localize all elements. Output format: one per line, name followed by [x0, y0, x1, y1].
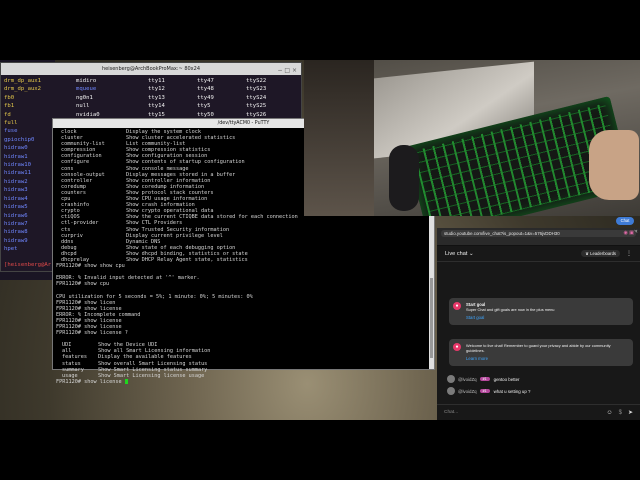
- bottom-black-area: [0, 420, 640, 480]
- info-icon: ●: [453, 343, 461, 351]
- chat-messages[interactable]: ● Start goal Super Chat and gift goals a…: [437, 262, 640, 404]
- terminal-titlebar[interactable]: heisenberg@ArchBookProMax:~ 80x24 − □ ×: [1, 63, 301, 75]
- message-author[interactable]: @lvoidZq: [458, 389, 477, 394]
- extension-icon[interactable]: ◉ ▣: [624, 230, 634, 237]
- terminal-title: heisenberg@ArchBookProMax:~ 80x24: [101, 66, 201, 72]
- message-text: gentoo better: [493, 376, 520, 382]
- start-goal-link[interactable]: Start goal: [466, 315, 629, 320]
- currency-icon[interactable]: $: [619, 410, 622, 416]
- welcome-card: ● Welcome to live chat! Remember to guar…: [449, 339, 633, 366]
- device-entry: tty12: [148, 86, 165, 93]
- goal-text: Super Chat and gift goals are now in the…: [466, 307, 555, 313]
- command-desc: Show DHCP Relay Agent state, statistics: [126, 256, 248, 263]
- chat-input-bar[interactable]: Chat... ☺ $ ➤: [437, 404, 640, 420]
- device-entry: tty47: [197, 78, 214, 84]
- device-entry: tty49: [197, 94, 214, 101]
- member-badge: #1: [479, 377, 490, 381]
- chat-title: Live chat: [445, 250, 468, 257]
- hand-image: [589, 130, 639, 200]
- emoji-icon[interactable]: ☺: [606, 410, 612, 416]
- device-entry: tty48: [197, 86, 214, 93]
- welcome-text: Welcome to live chat! Remember to guard …: [466, 343, 611, 354]
- message-author[interactable]: @lvoidZq: [458, 377, 477, 382]
- chat-mode-dropdown[interactable]: Live chat ⌄: [445, 251, 581, 257]
- device-entry: ttyS22: [246, 78, 267, 84]
- text-cursor: [124, 378, 128, 384]
- window-controls-icon[interactable]: − □ ×: [277, 65, 297, 77]
- device-entry: ttyS25: [246, 103, 267, 110]
- live-chat-popout[interactable]: ✕ studio.youtube.com/live_chat?is_popout…: [437, 228, 640, 420]
- device-entry: drm_dp_aux1: [4, 78, 42, 84]
- learn-more-link[interactable]: Learn more: [466, 356, 629, 361]
- device-entry: drm_dp_aux2: [4, 86, 42, 93]
- message-text: what u setting up ?: [493, 388, 531, 394]
- device-entry: null: [76, 103, 90, 110]
- device-entry: tty14: [148, 103, 165, 110]
- putty-title: /dev/ttyACM0 - PuTTY: [217, 121, 270, 126]
- leaderboards-label: Leaderboards: [590, 251, 616, 256]
- more-options-icon[interactable]: ⋮: [626, 250, 632, 257]
- chat-input[interactable]: Chat...: [444, 410, 600, 415]
- chat-tab-button[interactable]: Chat: [616, 217, 634, 225]
- device-entry: mqueue: [76, 86, 97, 93]
- member-badge: #1: [479, 389, 490, 393]
- goal-icon: ●: [453, 302, 461, 310]
- avatar: [447, 375, 455, 383]
- browser-urlbar: ✕ studio.youtube.com/live_chat?is_popout…: [437, 228, 640, 246]
- url-text: studio.youtube.com/live_chat?is_popout=1…: [444, 231, 560, 236]
- device-entry: fb1: [4, 103, 15, 110]
- device-entry: tty13: [148, 94, 165, 101]
- url-field[interactable]: studio.youtube.com/live_chat?is_popout=1…: [441, 230, 636, 237]
- mouse-image: [389, 145, 419, 211]
- device-entry: midiro: [76, 78, 97, 84]
- chat-message[interactable]: @lvoidZq #1 gentoo better: [447, 375, 520, 383]
- device-entry: ttyS24: [246, 94, 267, 101]
- chat-message[interactable]: @lvoidZq #1 what u setting up ?: [447, 387, 530, 395]
- send-icon[interactable]: ➤: [628, 409, 633, 416]
- shell-prompt: [heisenberg@Ar: [4, 262, 52, 268]
- chevron-down-icon: ⌄: [468, 250, 474, 257]
- chat-header: Live chat ⌄ ♛ Leaderboards ⋮: [437, 246, 640, 262]
- device-entry: ttyS23: [246, 86, 267, 93]
- webcam-feed: [304, 60, 640, 216]
- avatar: [447, 387, 455, 395]
- device-entry: ng0n1: [76, 94, 93, 101]
- goal-card: ● Start goal Super Chat and gift goals a…: [449, 298, 633, 325]
- device-entry: tty11: [148, 78, 165, 84]
- device-entry: tty5: [197, 103, 211, 110]
- top-black-area: [0, 0, 640, 60]
- trophy-icon: ♛: [585, 251, 589, 256]
- leaderboards-button[interactable]: ♛ Leaderboards: [581, 250, 620, 257]
- device-entry: fb0: [4, 94, 15, 101]
- prompt-text: FPR1120# show license: [56, 378, 125, 385]
- console-prompt[interactable]: FPR1120# show license: [56, 378, 431, 385]
